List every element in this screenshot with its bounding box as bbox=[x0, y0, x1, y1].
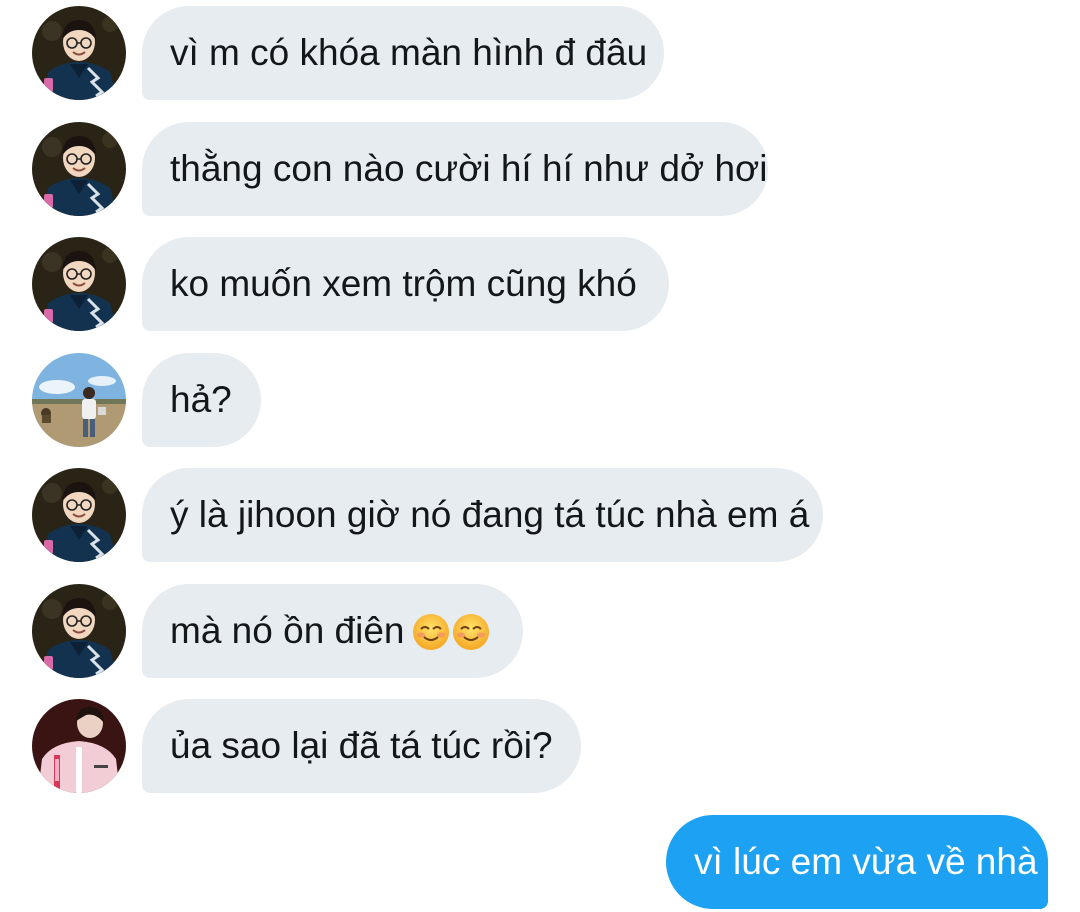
message-text: ủa sao lại đã tá túc rồi? bbox=[170, 725, 553, 766]
avatar-b-icon[interactable] bbox=[32, 353, 126, 447]
own-message-text: vì lúc em vừa về nhà bbox=[694, 841, 1038, 882]
message-text: mà nó ồn điên bbox=[170, 610, 405, 651]
message-text: ý là jihoon giờ nó đang tá túc nhà em á bbox=[170, 494, 810, 535]
smiling-face-icon bbox=[451, 612, 491, 652]
message-text: vì m có khóa màn hình đ đâu bbox=[170, 32, 648, 73]
message-text: hả? bbox=[170, 379, 232, 420]
avatar-a-icon[interactable] bbox=[32, 237, 126, 331]
avatar-a-icon[interactable] bbox=[32, 6, 126, 100]
smiling-face-icon bbox=[411, 612, 451, 652]
message-text: ko muốn xem trộm cũng khó bbox=[170, 263, 637, 304]
avatar-c-icon[interactable] bbox=[32, 699, 126, 793]
avatar-a-icon[interactable] bbox=[32, 122, 126, 216]
message-bubble[interactable]: mà nó ồn điên bbox=[142, 584, 523, 678]
message-bubble[interactable]: ý là jihoon giờ nó đang tá túc nhà em á bbox=[142, 468, 823, 562]
avatar-a-icon[interactable] bbox=[32, 584, 126, 678]
message-bubble[interactable]: vì m có khóa màn hình đ đâu bbox=[142, 6, 664, 100]
message-bubble[interactable]: ủa sao lại đã tá túc rồi? bbox=[142, 699, 581, 793]
message-bubble[interactable]: thằng con nào cười hí hí như dở hơi bbox=[142, 122, 768, 216]
own-message-bubble[interactable]: vì lúc em vừa về nhà bbox=[666, 815, 1048, 909]
emoji-group bbox=[411, 586, 491, 680]
message-bubble[interactable]: ko muốn xem trộm cũng khó bbox=[142, 237, 669, 331]
message-text: thằng con nào cười hí hí như dở hơi bbox=[170, 148, 768, 189]
message-bubble[interactable]: hả? bbox=[142, 353, 261, 447]
avatar-a-icon[interactable] bbox=[32, 468, 126, 562]
